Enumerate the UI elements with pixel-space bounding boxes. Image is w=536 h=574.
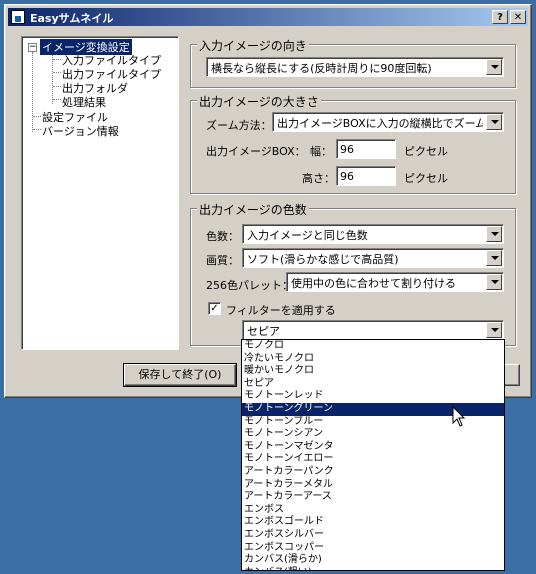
filter-option[interactable]: アートカラーアース	[242, 491, 504, 504]
filter-value: セピア	[247, 325, 280, 338]
filter-option[interactable]: エンボスシルバー	[242, 529, 504, 542]
filter-option[interactable]: エンボス	[242, 504, 504, 517]
mouse-cursor-icon	[452, 406, 466, 427]
filter-select[interactable]: セピア	[242, 320, 504, 340]
filter-option[interactable]: モノクロ	[242, 340, 504, 353]
palette-select[interactable]: 使用中の色に合わせて割り付ける	[286, 272, 504, 292]
tree-line	[53, 72, 61, 73]
filter-option[interactable]: 冷たいモノクロ	[242, 353, 504, 366]
chevron-down-icon[interactable]	[486, 114, 502, 130]
colors-title: 出力イメージの色数	[197, 201, 309, 218]
orientation-select[interactable]: 横長なら縦長にする(反時計周りに90度回転)	[206, 57, 504, 77]
quality-select[interactable]: ソフト(滑らかな感じで高品質)	[242, 248, 504, 268]
chevron-down-icon[interactable]	[486, 250, 502, 266]
settings-tree[interactable]: − イメージ変換設定 入力ファイルタイプ 出力ファイルタイプ 出力フォルダ 処理…	[21, 36, 179, 350]
help-button[interactable]: ?	[492, 10, 508, 24]
color-count-select[interactable]: 入力イメージと同じ色数	[242, 224, 504, 244]
tree-line	[33, 116, 41, 117]
filter-option[interactable]: アートカラーメタル	[242, 479, 504, 492]
zoom-label: ズーム方法：	[206, 119, 272, 132]
tree-line	[53, 86, 61, 87]
tree-line	[32, 52, 33, 132]
palette-value: 使用中の色に合わせて割り付ける	[291, 277, 456, 290]
tree-line	[33, 129, 41, 130]
tree-line	[53, 99, 61, 100]
width-unit: ピクセル	[404, 145, 448, 158]
chevron-down-icon[interactable]	[486, 226, 502, 242]
window-title: Easyサムネイル	[30, 12, 114, 25]
chevron-down-icon[interactable]	[486, 274, 502, 290]
app-icon	[11, 10, 25, 24]
orientation-value: 横長なら縦長にする(反時計周りに90度回転)	[211, 62, 432, 75]
zoom-value: 出力イメージBOXに入力の縦横比でズーム	[277, 117, 483, 130]
filter-checkbox[interactable]: ✓	[208, 302, 221, 315]
quality-value: ソフト(滑らかな感じで高品質)	[247, 253, 399, 266]
size-title: 出力イメージの大きさ	[197, 93, 321, 110]
filter-option[interactable]: カンバス(滑らか)	[242, 554, 504, 567]
zoom-select[interactable]: 出力イメージBOXに入力の縦横比でズーム	[272, 112, 504, 132]
filter-option[interactable]: カンバス(粗い)	[242, 567, 504, 570]
filter-dropdown-list[interactable]: モノクロ 冷たいモノクロ 暖かいモノクロ セピア モノトーンレッド モノトーングリーン モノ…	[241, 339, 505, 571]
filter-option[interactable]: モノトーンマゼンタ	[242, 441, 504, 454]
palette-label: 256色パレット：	[206, 279, 293, 292]
save-and-exit-button[interactable]: 保存して終了(O)	[123, 363, 237, 387]
quality-label: 画質：	[206, 254, 239, 267]
filter-option[interactable]: エンボスゴールド	[242, 516, 504, 529]
color-count-label: 色数：	[206, 230, 239, 243]
tree-item-version[interactable]: バージョン情報	[42, 123, 119, 139]
collapse-icon[interactable]: −	[28, 43, 37, 52]
tree-item-results[interactable]: 処理結果	[62, 94, 106, 110]
height-field[interactable]: 96	[336, 166, 396, 186]
filter-option[interactable]: セピア	[242, 378, 504, 391]
filter-option[interactable]: エンボスコッパー	[242, 542, 504, 555]
height-unit: ピクセル	[404, 172, 448, 185]
filter-option[interactable]: アートカラーパンク	[242, 466, 504, 479]
chevron-down-icon[interactable]	[486, 59, 502, 75]
filter-option[interactable]: モノトーンシアン	[242, 428, 504, 441]
width-field[interactable]: 96	[336, 139, 396, 159]
box-label: 出力イメージBOX：	[206, 145, 306, 158]
width-label: 幅：	[310, 145, 332, 158]
close-button[interactable]: ✕	[510, 10, 526, 24]
filter-option[interactable]: モノトーンイエロー	[242, 453, 504, 466]
tree-line	[53, 59, 61, 60]
title-bar[interactable]: Easyサムネイル ? ✕	[8, 8, 528, 26]
filter-label[interactable]: フィルターを適用する	[226, 302, 336, 318]
color-count-value: 入力イメージと同じ色数	[247, 229, 368, 242]
chevron-down-icon[interactable]	[486, 322, 502, 338]
filter-option[interactable]: モノトーンレッド	[242, 390, 504, 403]
filter-option[interactable]: 暖かいモノクロ	[242, 365, 504, 378]
orientation-title: 入力イメージの向き	[197, 37, 309, 54]
height-label: 高さ：	[302, 172, 335, 185]
